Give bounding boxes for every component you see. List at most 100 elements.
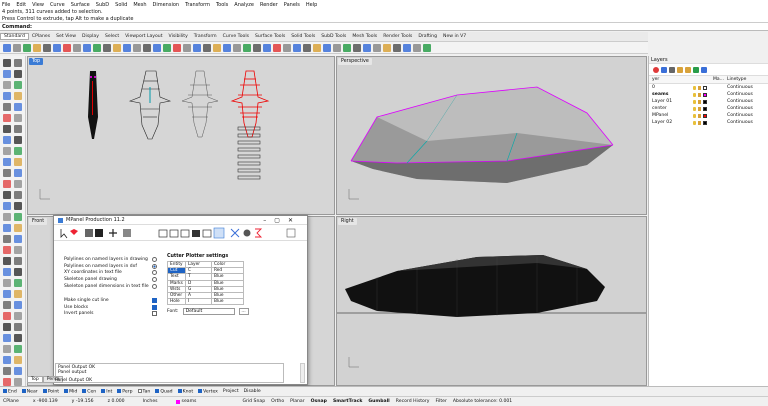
osnap-point[interactable]: Point [42, 388, 59, 394]
lock-icon[interactable] [698, 106, 701, 111]
delete-layer-icon[interactable] [669, 66, 675, 73]
menu-analyze[interactable]: Analyze [234, 2, 254, 8]
option-radio[interactable] [152, 277, 157, 283]
tab-cplanes[interactable]: CPlanes [29, 34, 53, 39]
toolbar-tool-icon[interactable] [363, 43, 371, 52]
toolbar-tool-icon[interactable] [173, 43, 181, 52]
planar-toggle[interactable]: Planar [290, 399, 304, 404]
toolbar-tool-icon[interactable] [33, 43, 41, 52]
osnap-checkbox[interactable] [82, 388, 87, 393]
osnap-disable[interactable]: Disable [244, 389, 261, 394]
entity-row[interactable]: Hole I Blue [167, 298, 244, 306]
layer-row[interactable]: seams Continuous [649, 91, 768, 98]
toolbar-tool-icon[interactable] [123, 43, 131, 52]
menu-panels[interactable]: Panels [284, 2, 300, 8]
layer-color-swatch[interactable] [703, 99, 707, 104]
toolbar-tool-icon[interactable] [333, 43, 341, 52]
layer-linetype[interactable]: Continuous [725, 119, 768, 126]
bulb-icon[interactable] [693, 113, 696, 118]
tab-viewport-layout[interactable]: Viewport Layout [122, 34, 165, 39]
osnap-checkbox[interactable] [117, 388, 122, 393]
output-option[interactable]: Polylines on named layers in drawing [54, 256, 164, 263]
layer-row[interactable]: Layer 02 Continuous [649, 119, 768, 126]
toolbar-tool-icon[interactable] [383, 43, 391, 52]
font-select[interactable]: Default [182, 308, 235, 315]
font-browse-button[interactable]: ... [238, 308, 249, 315]
dialog-tool-icons[interactable] [59, 227, 299, 239]
toolbar-tool-icon[interactable] [283, 43, 291, 52]
output-option[interactable]: Skeleton panel drawing [54, 276, 164, 283]
output-option[interactable]: XY coordinates in text file [54, 270, 164, 277]
menu-render[interactable]: Render [260, 2, 278, 8]
tab-solid-tools[interactable]: Solid Tools [288, 34, 318, 39]
move-up-icon[interactable] [677, 66, 683, 73]
layer-color-swatch[interactable] [703, 113, 707, 118]
tab-visibility[interactable]: Visibility [166, 34, 191, 39]
menu-file[interactable]: File [2, 2, 10, 8]
option-checkbox[interactable] [152, 311, 157, 317]
osnap-checkbox[interactable] [137, 388, 142, 393]
toolbar-tool-icon[interactable] [73, 43, 81, 52]
tab-set-view[interactable]: Set View [53, 34, 79, 39]
layer-color-swatch[interactable] [703, 120, 707, 125]
osnap-near[interactable]: Near [21, 388, 38, 394]
osnap-toggle[interactable]: Osnap [311, 399, 327, 404]
toolbar-tool-icon[interactable] [53, 43, 61, 52]
bulb-icon[interactable] [693, 120, 696, 125]
layer-linetype[interactable]: Continuous [725, 98, 768, 105]
tab-drafting[interactable]: Drafting [415, 34, 440, 39]
toolbar-tool-icon[interactable] [413, 43, 421, 52]
toolbar-tool-icon[interactable] [183, 43, 191, 52]
layer-linetype[interactable]: Continuous [725, 105, 768, 112]
bulb-icon[interactable] [693, 99, 696, 104]
units[interactable]: Inches [143, 399, 158, 404]
gumball-toggle[interactable]: Gumball [368, 399, 389, 404]
osnap-knot[interactable]: Knot [177, 388, 193, 394]
color-cell[interactable]: Blue [211, 298, 244, 306]
toolbar-tool-icon[interactable] [273, 43, 281, 52]
viewport-tab-top[interactable]: Top [27, 376, 43, 383]
osnap-vertex[interactable]: Vertex [198, 388, 218, 394]
toolbar-tool-icon[interactable] [343, 43, 351, 52]
osnap-checkbox[interactable] [198, 388, 203, 393]
layer-name[interactable]: Layer 02 [649, 119, 693, 126]
entity-cell[interactable]: Marks [167, 279, 186, 287]
toolbar-tool-icon[interactable] [243, 43, 251, 52]
layer-linetype[interactable]: Continuous [725, 112, 768, 119]
tab-display[interactable]: Display [79, 34, 102, 39]
viewport-label-perspective[interactable]: Perspective [338, 58, 372, 65]
osnap-checkbox[interactable] [21, 388, 26, 393]
toolbar-tool-icon[interactable] [63, 43, 71, 52]
option-checkbox-row[interactable]: Use blocks [54, 304, 164, 311]
layer-name[interactable]: Layer 01 [649, 98, 693, 105]
osnap-mid[interactable]: Mid [64, 388, 77, 394]
layer-cell[interactable]: I [185, 298, 212, 306]
osnap-perp[interactable]: Perp [117, 388, 133, 394]
menu-solid[interactable]: Solid [115, 2, 127, 8]
tab-subd-tools[interactable]: SubD Tools [318, 34, 349, 39]
viewport-label-front[interactable]: Front [29, 218, 48, 225]
layer-name[interactable]: center [649, 105, 693, 112]
osnap-int[interactable]: Int [101, 388, 112, 394]
tab-new-in-v7[interactable]: New in V7 [440, 34, 469, 39]
osnap-tan[interactable]: Tan [137, 388, 150, 394]
toolbar-tool-icon[interactable] [293, 43, 301, 52]
tab-select[interactable]: Select [102, 34, 122, 39]
layer-row[interactable]: Layer 01 Continuous [649, 98, 768, 105]
menu-view[interactable]: View [32, 2, 44, 8]
viewport-right[interactable]: Right [336, 216, 647, 386]
toolbar-tool-icon[interactable] [223, 43, 231, 52]
tab-transform[interactable]: Transform [191, 34, 220, 39]
osnap-checkbox[interactable] [155, 388, 160, 393]
option-checkbox[interactable] [152, 304, 157, 310]
lock-icon[interactable] [698, 92, 701, 97]
osnap-project[interactable]: Project [223, 389, 239, 394]
grid-snap-toggle[interactable]: Grid Snap [242, 399, 265, 404]
menu-help[interactable]: Help [306, 2, 317, 8]
menu-subd[interactable]: SubD [96, 2, 109, 8]
osnap-checkbox[interactable] [3, 388, 7, 393]
layer-name[interactable]: 0 [649, 84, 693, 91]
current-layer[interactable]: seams [175, 399, 196, 404]
toolbar-tool-icon[interactable] [93, 43, 101, 52]
toolbar-tool-icon[interactable] [133, 43, 141, 52]
